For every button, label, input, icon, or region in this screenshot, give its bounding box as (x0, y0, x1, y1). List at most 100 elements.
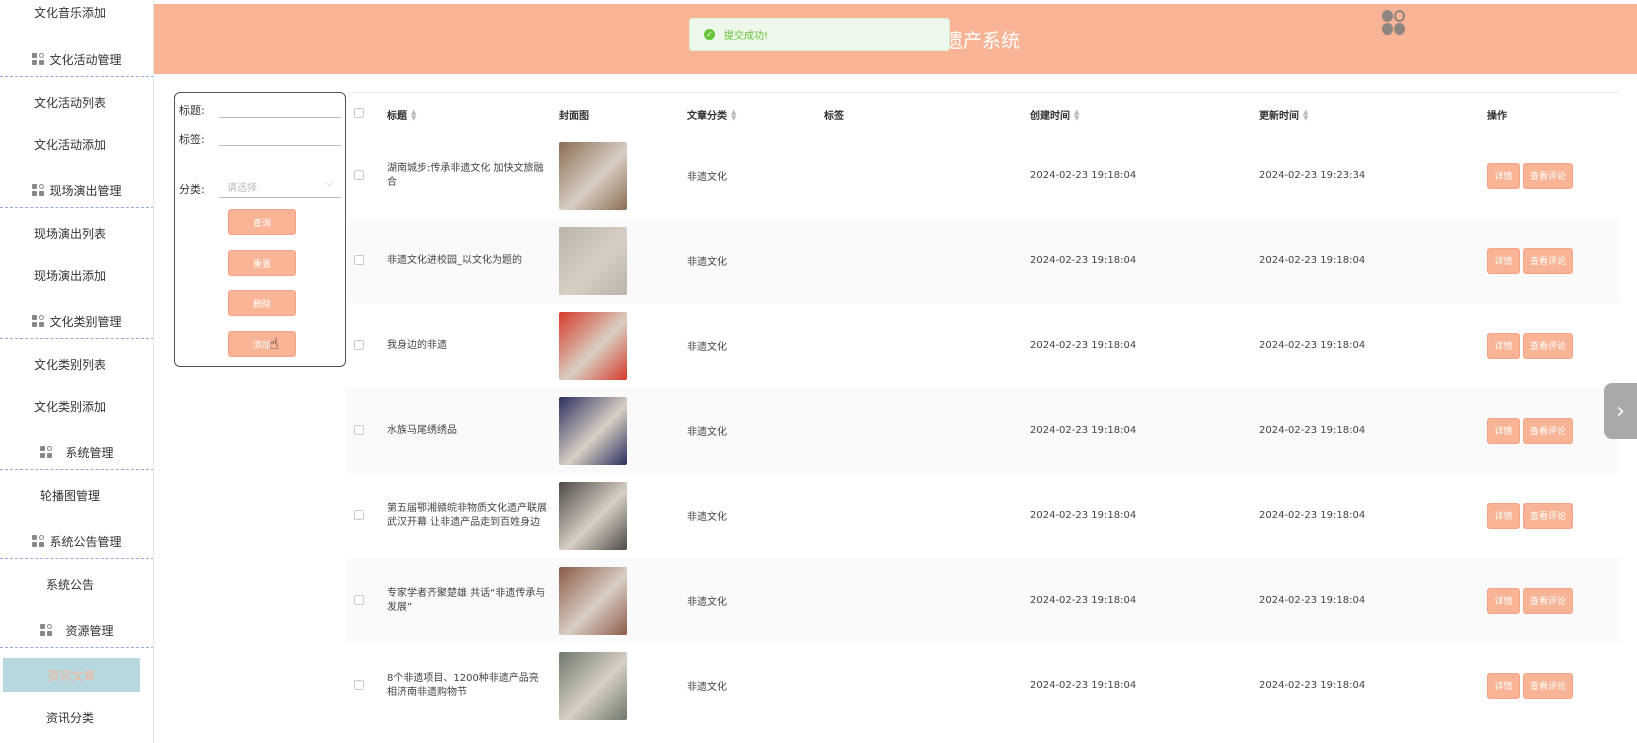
view-comments-button[interactable]: 查看评论 (1523, 417, 1573, 444)
chevron-down-icon: ⌵ (325, 178, 333, 189)
menu-group-icon (40, 624, 53, 637)
row-title: 我身边的非遗 (387, 339, 447, 351)
sidebar-item-culture-category-add[interactable]: 文化类别添加 (0, 389, 140, 423)
sidebar-group-system[interactable]: 系统管理 (0, 436, 153, 470)
sidebar-item-label: 文化音乐添加 (33, 5, 106, 20)
delete-button[interactable]: 删除 (228, 290, 296, 316)
detail-button[interactable]: 详情 (1487, 417, 1520, 444)
menu-group-icon (32, 535, 45, 548)
row-cover[interactable] (559, 643, 627, 728)
th-updated[interactable]: 更新时间 ▲ ▼ (1259, 107, 1308, 122)
detail-button[interactable]: 详情 (1487, 247, 1520, 274)
cover-image[interactable] (559, 396, 627, 465)
row-cover[interactable] (559, 303, 627, 388)
category-select[interactable]: 请选择 ⌵ (219, 176, 341, 198)
sidebar-item-live-show-list[interactable]: 现场演出列表 (0, 216, 140, 250)
sidebar-item-culture-activity-add[interactable]: 文化活动添加 (0, 127, 140, 161)
row-ops: 详情 查看评论 (1487, 558, 1573, 643)
cover-image[interactable] (559, 481, 627, 550)
row-created: 2024-02-23 19:18:04 (1030, 425, 1137, 436)
view-comments-button[interactable]: 查看评论 (1523, 247, 1573, 274)
cover-image[interactable] (559, 651, 627, 720)
sidebar-item-culture-activity-list[interactable]: 文化活动列表 (0, 85, 140, 119)
toast-message: 提交成功! (724, 31, 769, 42)
row-cover[interactable] (559, 388, 627, 473)
view-comments-button[interactable]: 查看评论 (1523, 332, 1573, 359)
cover-image[interactable] (559, 141, 627, 210)
row-cover[interactable] (559, 133, 627, 218)
sidebar-item-label: 资讯文章 (47, 668, 96, 683)
row-checkbox[interactable] (354, 170, 364, 180)
sort-icon[interactable]: ▲ ▼ (1303, 108, 1308, 121)
row-cover[interactable] (559, 558, 627, 643)
sidebar-item-live-show-add[interactable]: 现场演出添加 (0, 258, 140, 292)
sidebar-item-announcement[interactable]: 系统公告 (0, 567, 140, 601)
article-table: 标题 ▲ ▼ 封面图 文章分类 ▲ ▼ 标签 创建时间 ▲ ▼ 更新时间 ▲ ▼ 操作 湖南城步… (347, 92, 1619, 743)
row-checkbox[interactable] (354, 340, 364, 350)
th-title[interactable]: 标题 ▲ ▼ (387, 107, 416, 122)
cover-image[interactable] (559, 226, 627, 295)
sidebar-item-carousel[interactable]: 轮播图管理 (0, 478, 140, 512)
sidebar-item-culture-category-list[interactable]: 文化类别列表 (0, 347, 140, 381)
sort-icon[interactable]: ▲ ▼ (411, 108, 416, 121)
row-title: 水族马尾绣绣品 (387, 424, 457, 436)
detail-button[interactable]: 详情 (1487, 162, 1520, 189)
row-cover[interactable] (559, 218, 627, 303)
detail-button[interactable]: 详情 (1487, 332, 1520, 359)
detail-button[interactable]: 详情 (1487, 502, 1520, 529)
row-title: 第五届鄂湘赣皖非物质文化遗产联展武汉开幕 让非遗产品走到百姓身边 (387, 502, 547, 528)
row-category: 非遗文化 (687, 682, 727, 693)
row-checkbox[interactable] (354, 425, 364, 435)
sort-icon[interactable]: ▲ ▼ (731, 108, 736, 121)
view-comments-button[interactable]: 查看评论 (1523, 502, 1573, 529)
view-comments-button[interactable]: 查看评论 (1523, 587, 1573, 614)
sidebar-group-resource[interactable]: 资源管理 (0, 614, 153, 648)
sidebar-item-culture-music-add[interactable]: 文化音乐添加 (0, 0, 140, 29)
sidebar-group-live-show[interactable]: 现场演出管理 (0, 174, 153, 208)
avatar-icon[interactable] (1382, 10, 1406, 36)
reset-button[interactable]: 重置 (228, 250, 296, 276)
title-label: 标题: (179, 104, 205, 117)
table-row: 第五届鄂湘赣皖非物质文化遗产联展武汉开幕 让非遗产品走到百姓身边 非遗文化 2024… (347, 473, 1619, 558)
table-row: 水族马尾绣绣品 非遗文化 2024-02-23 19:18:04 2024-02-23… (347, 388, 1619, 473)
table-row: 专家学者齐聚楚雄 共话“非遗传承与发展” 非遗文化 2024-02-23 19:18… (347, 558, 1619, 643)
search-panel: 标题: 标签: 分类: 请选择 ⌵ 查询 重置 删除 添加 ☝ (174, 92, 346, 367)
detail-button[interactable]: 详情 (1487, 587, 1520, 614)
sidebar-group-culture-activity[interactable]: 文化活动管理 (0, 43, 153, 77)
sidebar-item-news-article[interactable]: 资讯文章 (3, 658, 140, 692)
sidebar-group-culture-category[interactable]: 文化类别管理 (0, 305, 153, 339)
tag-input[interactable] (219, 124, 341, 146)
menu-group-icon (40, 446, 53, 459)
view-comments-button[interactable]: 查看评论 (1523, 672, 1573, 699)
row-category: 非遗文化 (687, 512, 727, 523)
th-cover: 封面图 (559, 111, 589, 122)
row-checkbox[interactable] (354, 510, 364, 520)
th-category[interactable]: 文章分类 ▲ ▼ (687, 107, 736, 122)
sidebar-item-label: 资讯分类 (45, 710, 94, 725)
select-all-checkbox[interactable] (354, 108, 364, 118)
row-checkbox[interactable] (354, 595, 364, 605)
row-updated: 2024-02-23 19:18:04 (1259, 595, 1366, 606)
sidebar-item-label: 轮播图管理 (39, 488, 100, 503)
cover-image[interactable] (559, 566, 627, 635)
sidebar-item-label: 现场演出列表 (33, 226, 106, 241)
sidebar-item-news-category[interactable]: 资讯分类 (0, 700, 140, 734)
row-cover[interactable] (559, 473, 627, 558)
row-checkbox[interactable] (354, 255, 364, 265)
view-comments-button[interactable]: 查看评论 (1523, 162, 1573, 189)
th-created[interactable]: 创建时间 ▲ ▼ (1030, 107, 1079, 122)
table-row: 8个非遗项目、1200种非遗产品亮相济南非遗购物节 非遗文化 2024-02-23 … (347, 643, 1619, 728)
detail-button[interactable]: 详情 (1487, 672, 1520, 699)
sidebar-item-label: 现场演出添加 (33, 268, 106, 283)
add-button[interactable]: 添加 (228, 331, 296, 357)
menu-group-icon (32, 184, 45, 197)
sidebar-group-announcement[interactable]: 系统公告管理 (0, 525, 153, 559)
sort-icon[interactable]: ▲ ▼ (1074, 108, 1079, 121)
cover-image[interactable] (559, 311, 627, 380)
row-ops: 详情 查看评论 (1487, 218, 1573, 303)
query-button[interactable]: 查询 (228, 209, 296, 235)
title-input[interactable] (219, 96, 341, 118)
row-checkbox[interactable] (354, 680, 364, 690)
row-updated: 2024-02-23 19:18:04 (1259, 425, 1366, 436)
chevron-right-icon[interactable]: › (1604, 383, 1637, 439)
